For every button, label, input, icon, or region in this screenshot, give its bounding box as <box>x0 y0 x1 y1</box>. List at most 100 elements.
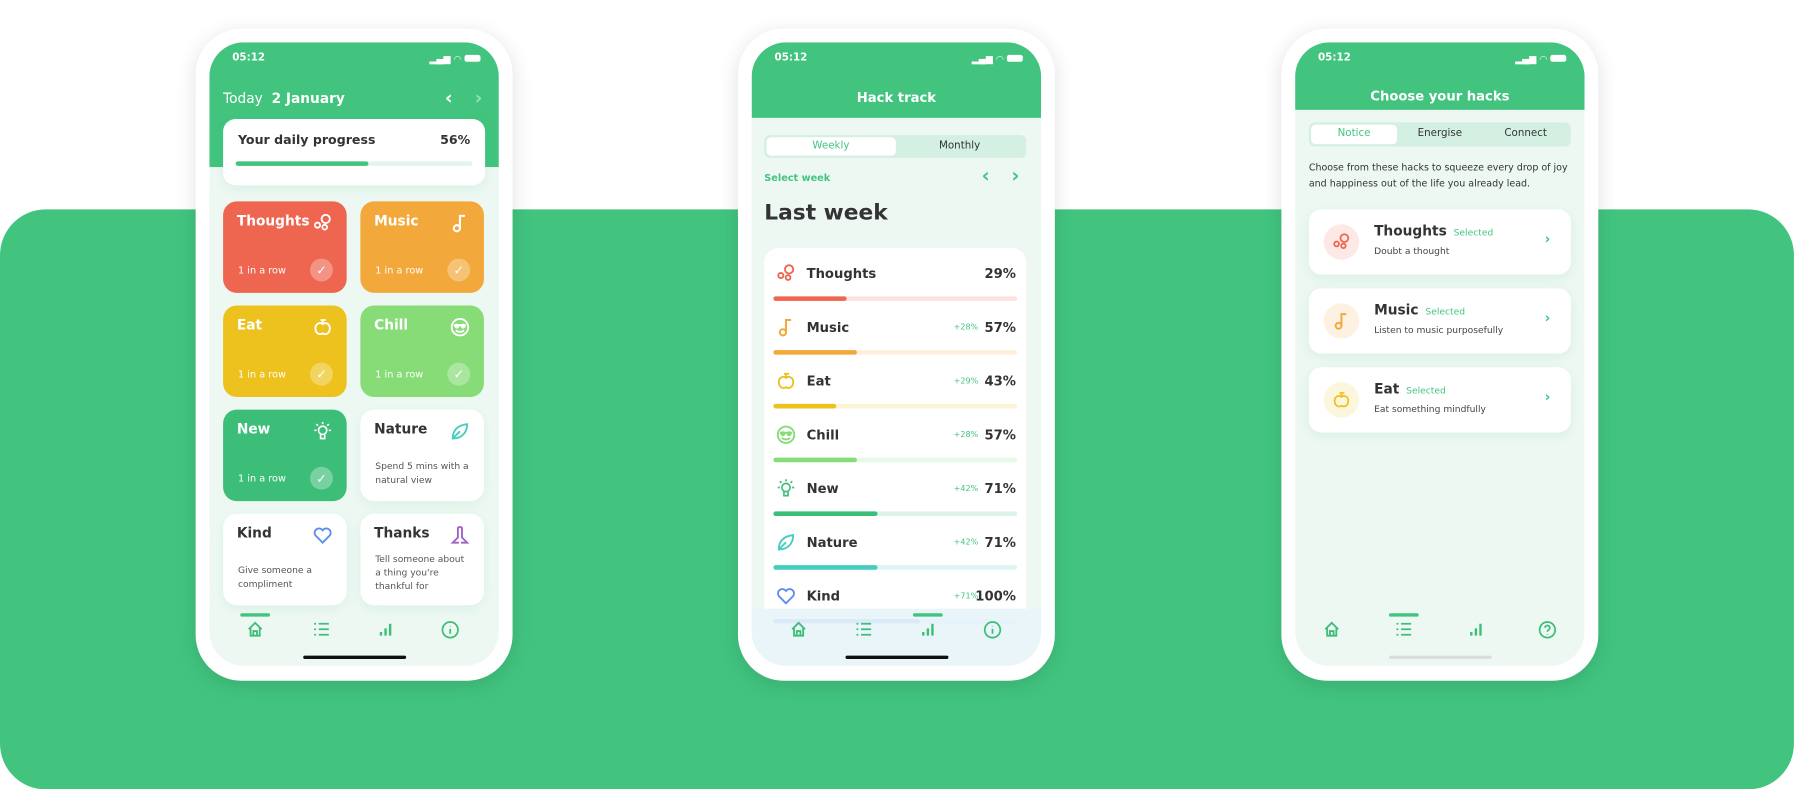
nav-info-button[interactable] <box>980 620 1003 643</box>
heart-icon <box>312 525 333 546</box>
progress-label: Your daily progress <box>237 132 376 148</box>
change-label: +42% <box>953 483 979 494</box>
thoughts-icon <box>776 263 797 284</box>
progress-fill <box>773 350 857 355</box>
nav-stats-button[interactable] <box>374 620 397 643</box>
hack-card-new[interactable]: New 1 in a row ✓ <box>223 409 347 502</box>
hack-card-music[interactable]: Music 1 in a row ✓ <box>360 201 484 293</box>
hack-stat-row: Thoughts 29% <box>764 248 1026 302</box>
check-icon[interactable]: ✓ <box>447 362 471 386</box>
change-label: +42% <box>953 537 979 547</box>
prev-day-button[interactable]: ‹ <box>445 87 453 109</box>
tab-monthly[interactable]: Monthly <box>895 137 1024 155</box>
category-tabs: Notice Energise Connect <box>1308 122 1571 147</box>
nav-info-icon <box>440 620 459 644</box>
nav-home-button[interactable] <box>1320 620 1343 643</box>
status-time: 05:12 <box>232 52 266 65</box>
hack-stat-row: Chill +28% 57% <box>764 410 1026 464</box>
nav-list-button[interactable] <box>1388 613 1419 643</box>
hack-item-thoughts[interactable]: Thoughts Selected Doubt a thought › <box>1308 209 1571 275</box>
eat-icon-badge <box>1323 382 1360 418</box>
nav-info-button[interactable] <box>438 620 461 643</box>
percent-label: 100% <box>975 588 1016 605</box>
phone-hacks: 05:12 ▂▄▆ ◠ Choose your hacks Notice Energ… <box>1281 28 1599 681</box>
leaf-icon <box>450 421 471 442</box>
chill-icon <box>776 424 797 445</box>
next-week-button[interactable]: › <box>1011 165 1019 188</box>
nav-info-icon <box>982 620 1001 644</box>
change-label: +28% <box>953 430 979 440</box>
hack-card-chill[interactable]: Chill 1 in a row ✓ <box>360 305 484 398</box>
intro-text: Choose from these hacks to squeeze every… <box>1308 161 1568 189</box>
hack-name: Kind <box>806 588 841 605</box>
tab-energise[interactable]: Energise <box>1397 125 1483 144</box>
nav-list-button[interactable] <box>852 620 875 643</box>
hack-description: Give someone a compliment <box>237 565 313 590</box>
chevron-right-icon[interactable]: › <box>1545 310 1551 326</box>
status-icons: ▂▄▆ ◠ <box>972 53 1023 63</box>
hack-item-eat[interactable]: Eat Selected Eat something mindfully › <box>1308 367 1571 433</box>
tab-connect[interactable]: Connect <box>1483 125 1569 144</box>
streak-label: 1 in a row <box>375 265 424 277</box>
lightbulb-icon <box>312 421 333 442</box>
hack-name: Chill <box>806 426 840 443</box>
hack-title: Eat Selected <box>1374 381 1446 397</box>
today-label: Today <box>223 90 263 107</box>
progress-fill <box>773 296 847 301</box>
hack-card-thanks[interactable]: Thanks Tell someone about a thing you're … <box>360 513 484 606</box>
check-icon[interactable]: ✓ <box>310 466 333 490</box>
music-icon-badge <box>1323 303 1360 339</box>
progress-fill <box>773 457 857 463</box>
nav-list-button[interactable] <box>310 620 333 643</box>
tab-notice[interactable]: Notice <box>1311 124 1397 145</box>
hack-card-thoughts[interactable]: Thoughts 1 in a row ✓ <box>223 201 347 293</box>
nav-home-icon <box>789 620 807 643</box>
hack-stats-list: Thoughts 29% Music +28% 57% Eat +29% 43% Chill +2… <box>764 248 1027 666</box>
new-icon <box>776 478 797 499</box>
nav-home-button[interactable] <box>240 613 271 643</box>
percent-label: 57% <box>984 426 1016 443</box>
nav-home-icon <box>246 620 264 643</box>
status-time: 05:12 <box>774 52 808 65</box>
progress-track <box>773 457 1018 463</box>
signal-icon: ▂▄▆ <box>429 53 451 64</box>
nav-help-button[interactable] <box>1535 620 1558 643</box>
tab-weekly[interactable]: Weekly <box>766 137 896 156</box>
streak-label: 1 in a row <box>237 473 286 486</box>
check-icon[interactable]: ✓ <box>447 258 471 282</box>
nav-stats-icon <box>919 620 937 643</box>
hack-description: Doubt a thought <box>1374 245 1450 257</box>
home-screen: 05:12 ▂▄▆ ◠ Today 2 January ‹ › Your daily… <box>209 42 499 666</box>
track-screen: 05:12 ▂▄▆ ◠ Hack track Weekly Monthly Sele… <box>751 42 1042 666</box>
progress-track <box>773 403 1018 409</box>
page-title: Hack track <box>856 89 937 106</box>
nav-stats-button[interactable] <box>1464 620 1487 643</box>
check-icon[interactable]: ✓ <box>310 362 333 386</box>
hack-card-kind[interactable]: Kind Give someone a compliment <box>223 513 347 606</box>
phone-track: 05:12 ▂▄▆ ◠ Hack track Weekly Monthly Sele… <box>737 28 1055 681</box>
next-day-button[interactable]: › <box>475 87 483 109</box>
chevron-right-icon[interactable]: › <box>1545 231 1551 247</box>
hack-card-nature[interactable]: Nature Spend 5 mins with a natural view <box>360 409 484 502</box>
nav-stats-button[interactable] <box>912 613 943 643</box>
hack-card-eat[interactable]: Eat 1 in a row ✓ <box>223 305 347 398</box>
hack-description: Listen to music purposefully <box>1374 324 1504 336</box>
percent-label: 29% <box>984 265 1016 282</box>
date-label: 2 January <box>271 90 345 107</box>
apple-icon <box>312 317 333 338</box>
streak-label: 1 in a row <box>375 369 424 381</box>
nav-list-icon <box>855 620 873 643</box>
prev-week-button[interactable]: ‹ <box>982 165 990 188</box>
selected-badge: Selected <box>1425 306 1466 317</box>
nav-home-button[interactable] <box>787 620 810 643</box>
check-icon[interactable]: ✓ <box>310 258 333 282</box>
eat-icon <box>776 371 797 392</box>
hack-name: Eat <box>806 372 831 389</box>
nav-list-icon <box>312 620 330 643</box>
hack-item-music[interactable]: Music Selected Listen to music purposefull… <box>1308 288 1571 354</box>
phone-home: 05:12 ▂▄▆ ◠ Today 2 January ‹ › Your daily… <box>195 28 513 681</box>
chevron-right-icon[interactable]: › <box>1545 389 1551 405</box>
progress-fill <box>773 565 878 570</box>
home-indicator <box>1388 655 1492 660</box>
hack-title: Music Selected <box>1374 302 1465 318</box>
